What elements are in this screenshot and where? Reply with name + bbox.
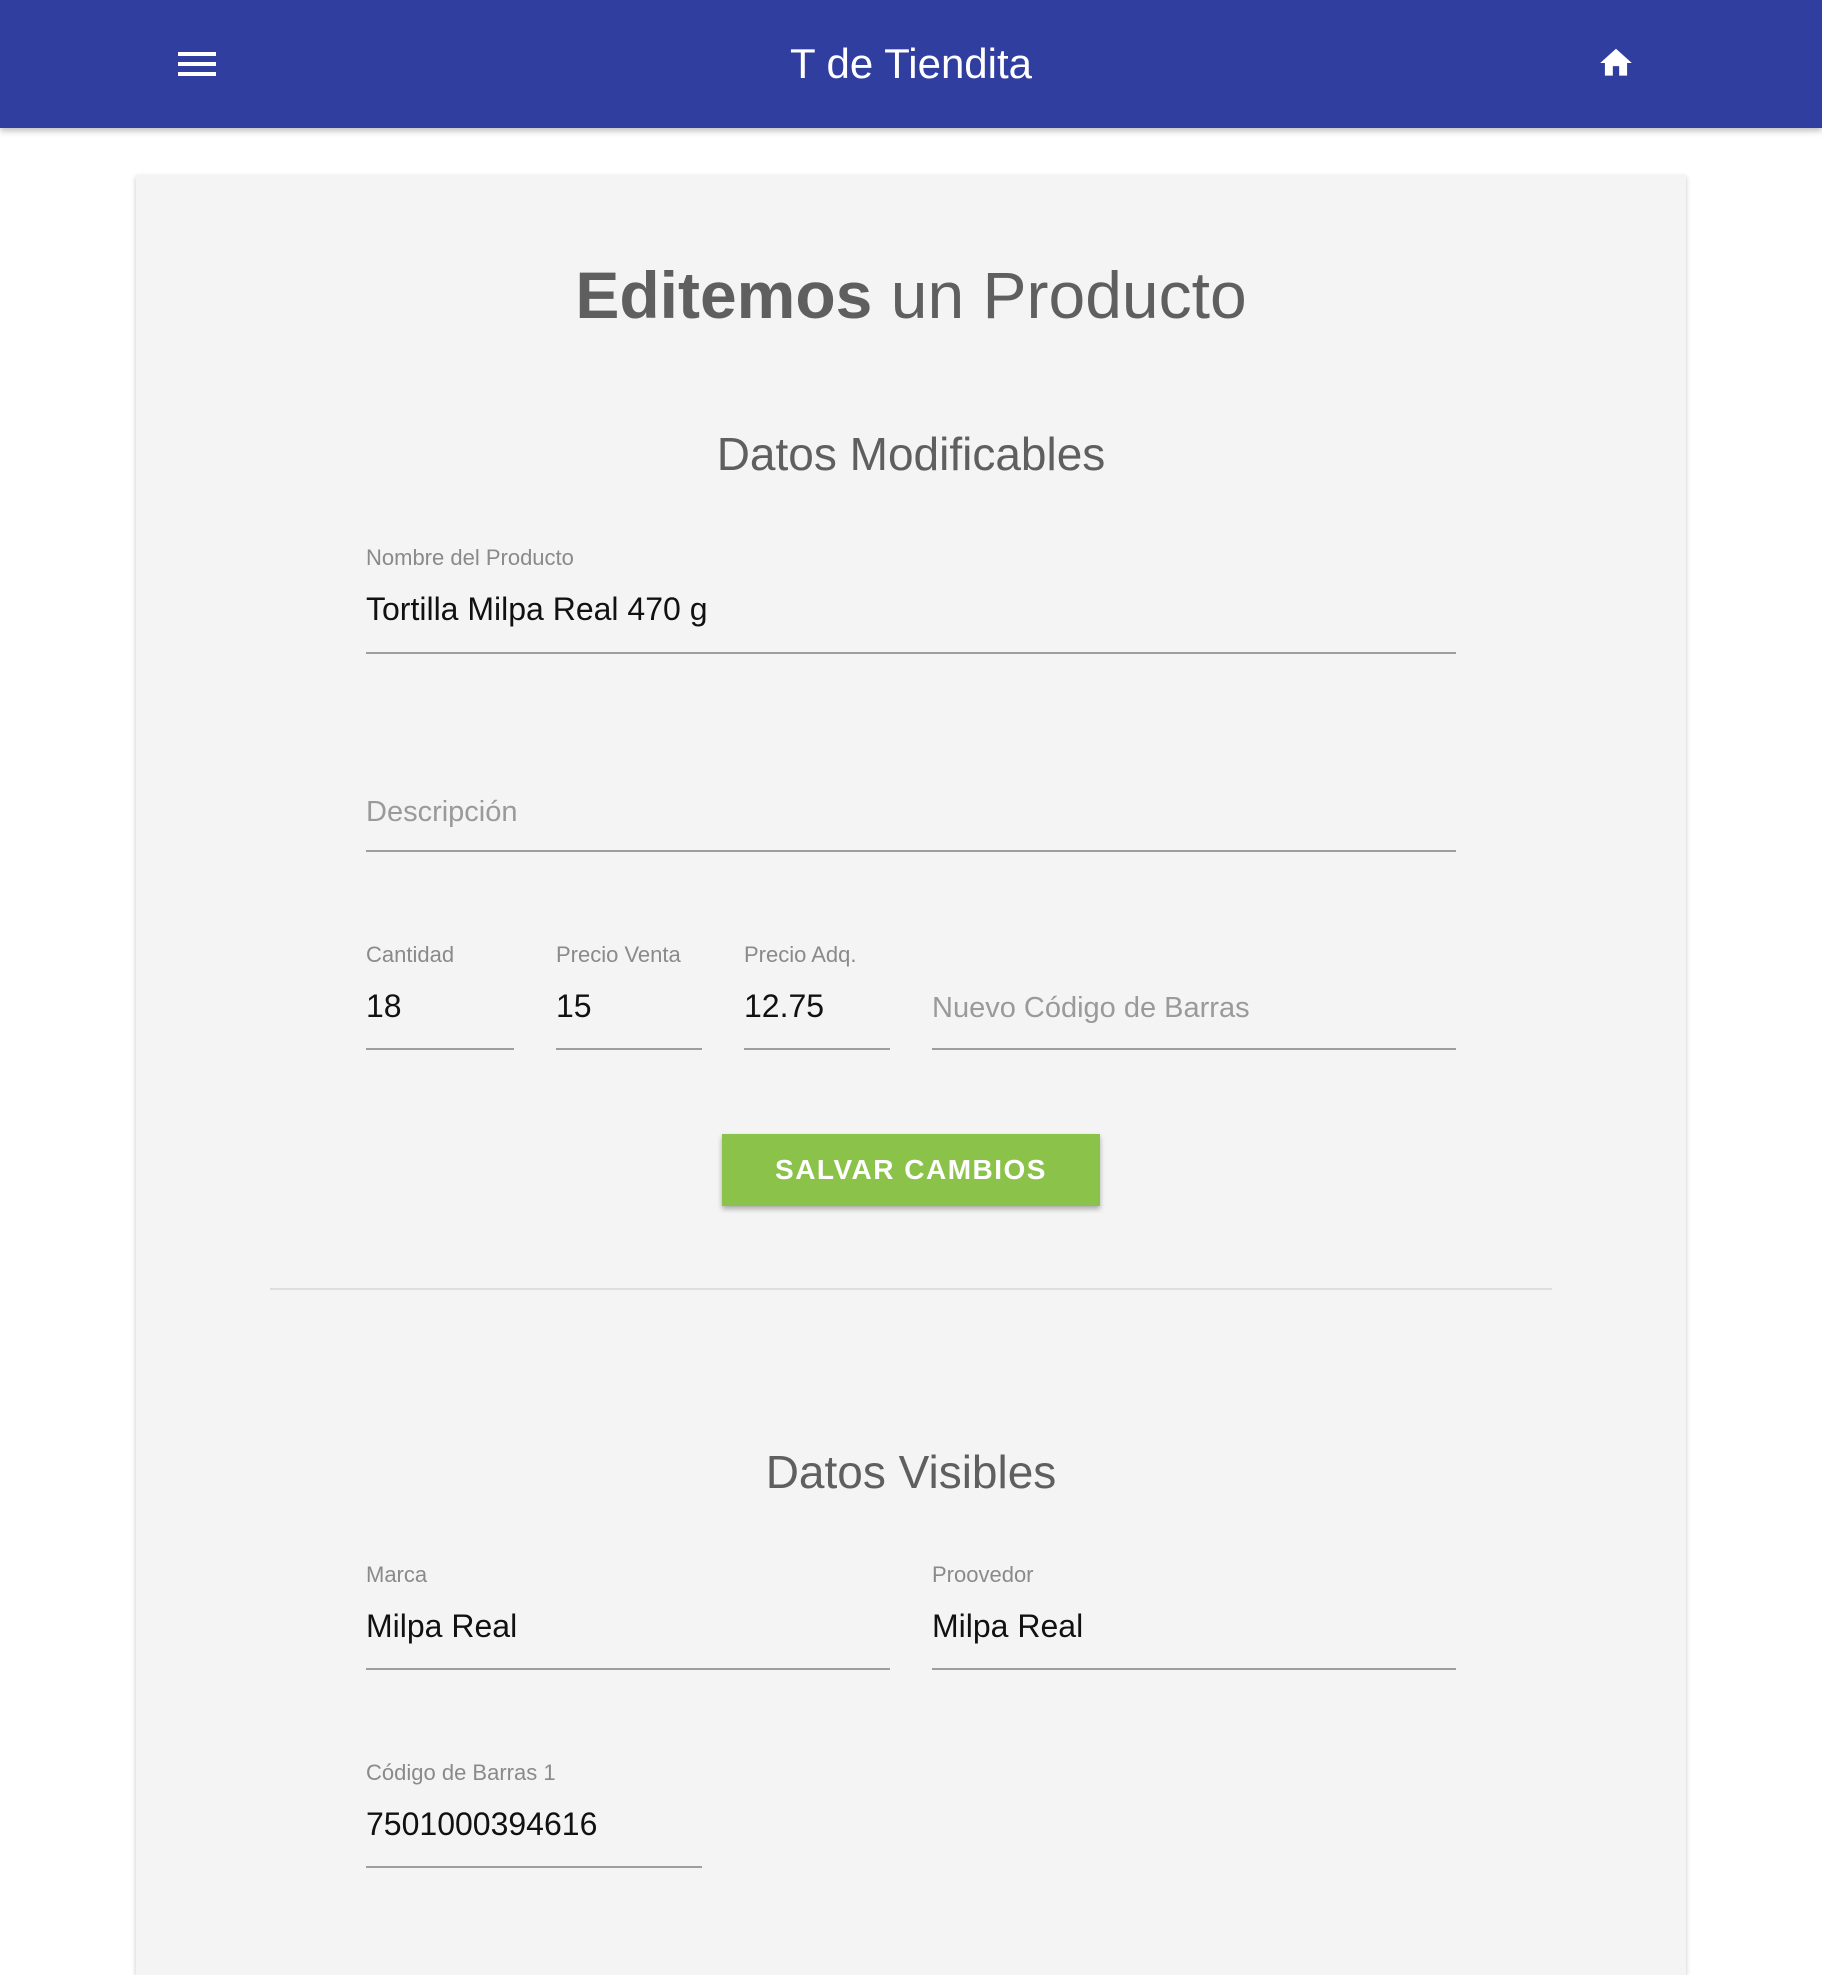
sale-price-field[interactable]: Precio Venta 15	[556, 942, 702, 1050]
product-name-underline	[366, 652, 1456, 654]
product-name-label: Nombre del Producto	[366, 545, 574, 570]
brand-value[interactable]: Milpa Real	[366, 1606, 517, 1646]
barcode-1-value[interactable]: 7501000394616	[366, 1804, 597, 1844]
brand-label: Marca	[366, 1562, 428, 1587]
product-name-value[interactable]: Tortilla Milpa Real 470 g	[366, 589, 708, 629]
description-underline	[366, 850, 1456, 852]
brand-underline	[366, 1668, 890, 1670]
sale-price-value[interactable]: 15	[556, 986, 592, 1026]
supplier-value[interactable]: Milpa Real	[932, 1606, 1083, 1646]
section-title-editable: Datos Modificables	[716, 428, 1106, 480]
page-title-bold: Editemos	[575, 258, 873, 332]
section-title-visible: Datos Visibles	[765, 1446, 1057, 1498]
quantity-value[interactable]: 18	[366, 986, 402, 1026]
description-field[interactable]: Descripción	[366, 790, 1456, 852]
purchase-price-label: Precio Adq.	[744, 942, 857, 967]
app-title: T de Tiendita	[789, 40, 1033, 87]
sale-price-label: Precio Venta	[556, 942, 681, 967]
purchase-price-underline	[744, 1048, 890, 1050]
home-icon[interactable]	[1594, 44, 1638, 82]
description-placeholder[interactable]: Descripción	[366, 794, 518, 830]
product-name-field[interactable]: Nombre del Producto Tortilla Milpa Real …	[366, 545, 1456, 654]
purchase-price-field[interactable]: Precio Adq. 12.75	[744, 942, 890, 1050]
brand-field[interactable]: Marca Milpa Real	[366, 1562, 890, 1670]
barcode-1-underline	[366, 1866, 702, 1868]
new-barcode-placeholder[interactable]: Nuevo Código de Barras	[932, 990, 1250, 1026]
new-barcode-field[interactable]: Nuevo Código de Barras	[932, 980, 1456, 1050]
quantity-label: Cantidad	[366, 942, 455, 967]
supplier-field[interactable]: Proovedor Milpa Real	[932, 1562, 1456, 1670]
section-divider	[270, 1288, 1552, 1290]
save-changes-button[interactable]: SALVAR CAMBIOS	[722, 1134, 1100, 1206]
sale-price-underline	[556, 1048, 702, 1050]
page-title: Editemos un Producto	[0, 255, 1822, 335]
supplier-underline	[932, 1668, 1456, 1670]
barcode-1-field[interactable]: Código de Barras 1 7501000394616	[366, 1760, 702, 1868]
top-app-bar: T de Tiendita	[0, 0, 1822, 128]
barcode-1-label: Código de Barras 1	[366, 1760, 556, 1785]
quantity-underline	[366, 1048, 514, 1050]
new-barcode-underline	[932, 1048, 1456, 1050]
quantity-field[interactable]: Cantidad 18	[366, 942, 514, 1050]
purchase-price-value[interactable]: 12.75	[744, 986, 824, 1026]
supplier-label: Proovedor	[932, 1562, 1034, 1587]
page-title-rest: un Producto	[872, 258, 1247, 332]
